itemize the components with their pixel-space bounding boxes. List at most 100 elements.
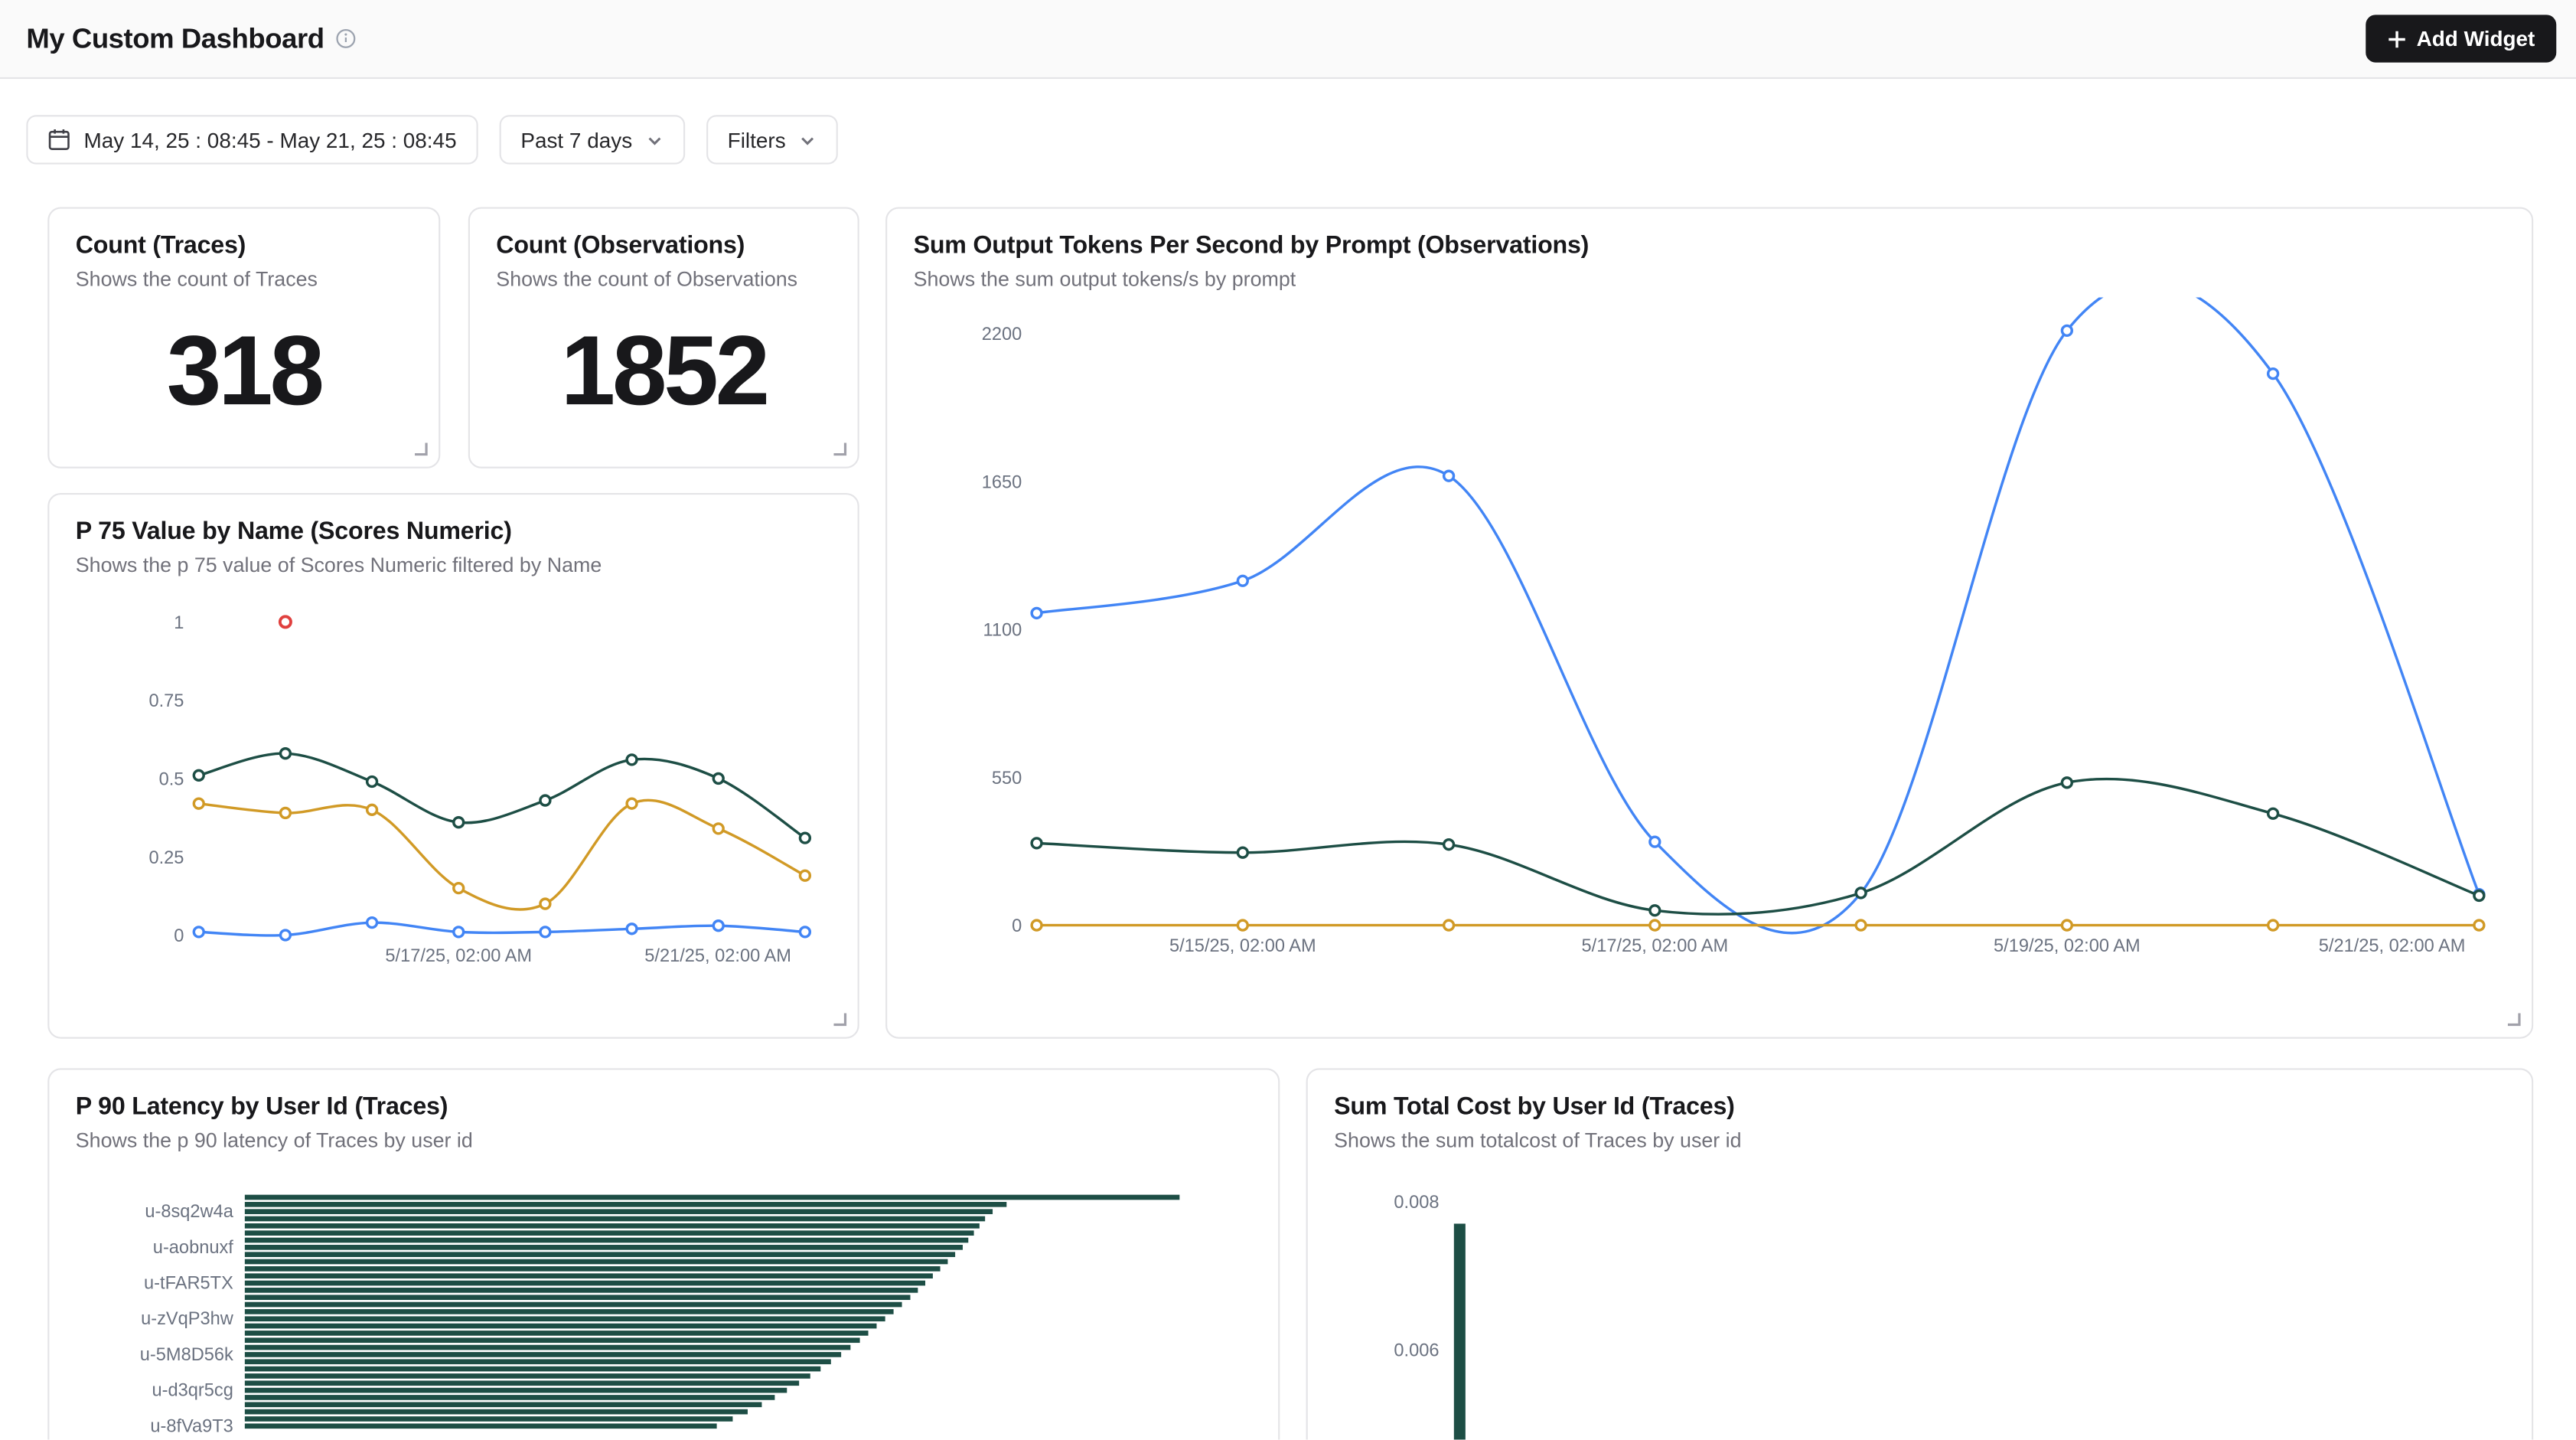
latency-bar[interactable] [245, 1195, 1179, 1200]
data-point-marker[interactable] [2062, 778, 2072, 788]
data-point-marker[interactable] [454, 927, 464, 937]
data-point-marker[interactable] [713, 824, 723, 834]
latency-bar[interactable] [245, 1316, 885, 1321]
data-point-marker[interactable] [194, 770, 204, 780]
prompt-series-green[interactable] [1037, 779, 2480, 915]
data-point-marker[interactable] [367, 805, 377, 815]
data-point-marker[interactable] [194, 798, 204, 808]
prompt-series-blue[interactable] [1037, 298, 2480, 933]
data-point-marker[interactable] [1237, 576, 1247, 586]
count-traces-value: 318 [76, 291, 412, 450]
filters-button[interactable]: Filters [706, 115, 839, 164]
data-point-marker[interactable] [367, 777, 377, 787]
data-point-marker[interactable] [280, 749, 290, 759]
latency-bar[interactable] [245, 1324, 877, 1329]
latency-bar[interactable] [245, 1302, 902, 1308]
latency-bar[interactable] [245, 1352, 841, 1357]
latency-bar[interactable] [245, 1416, 733, 1422]
data-point-marker[interactable] [280, 930, 290, 940]
data-point-marker[interactable] [540, 899, 550, 909]
latency-bar[interactable] [245, 1230, 974, 1236]
latency-bar[interactable] [245, 1409, 748, 1415]
data-point-marker[interactable] [280, 808, 290, 818]
data-point-marker[interactable] [454, 818, 464, 828]
data-point-marker[interactable] [800, 870, 810, 880]
data-point-marker[interactable] [2062, 920, 2072, 930]
resize-handle-icon[interactable] [831, 440, 847, 456]
data-point-marker[interactable] [1444, 920, 1454, 930]
resize-handle-icon[interactable] [412, 440, 429, 456]
latency-bar[interactable] [245, 1423, 717, 1429]
data-point-marker[interactable] [1032, 608, 1042, 618]
data-point-marker[interactable] [713, 921, 723, 931]
latency-bar[interactable] [245, 1281, 925, 1286]
data-point-marker[interactable] [1237, 847, 1247, 857]
latency-bar[interactable] [245, 1395, 775, 1400]
data-point-marker[interactable] [2268, 808, 2278, 818]
resize-handle-icon[interactable] [831, 1011, 847, 1027]
data-point-marker[interactable] [1856, 920, 1866, 930]
data-point-marker[interactable] [1237, 920, 1247, 930]
latency-bar[interactable] [245, 1309, 894, 1314]
line-chart-sum-output-tokens[interactable]: 05501100165022005/15/25, 02:00 AM5/17/25… [914, 298, 2509, 968]
latency-bar[interactable] [245, 1238, 968, 1243]
data-point-marker[interactable] [800, 833, 810, 843]
data-point-marker[interactable] [2268, 920, 2278, 930]
date-range-picker[interactable]: May 14, 25 : 08:45 - May 21, 25 : 08:45 [26, 115, 478, 164]
data-point-marker[interactable] [1444, 840, 1454, 850]
data-point-marker[interactable] [194, 927, 204, 937]
latency-bar[interactable] [245, 1345, 850, 1350]
latency-bar[interactable] [245, 1359, 831, 1364]
cost-bar[interactable] [1454, 1223, 1466, 1439]
latency-bar[interactable] [245, 1252, 955, 1257]
data-point-marker[interactable] [1856, 888, 1866, 898]
line-chart-p75-scores[interactable]: 00.250.50.7515/17/25, 02:00 AM5/21/25, 0… [76, 583, 835, 978]
data-point-marker[interactable] [1650, 920, 1660, 930]
latency-bar[interactable] [245, 1223, 980, 1229]
latency-bar[interactable] [245, 1288, 918, 1293]
data-point-marker[interactable] [2268, 369, 2278, 379]
latency-bar[interactable] [245, 1331, 869, 1336]
data-point-marker[interactable] [627, 798, 637, 808]
latency-bar[interactable] [245, 1273, 933, 1278]
resize-handle-icon[interactable] [2506, 1011, 2522, 1027]
latency-bar[interactable] [245, 1367, 820, 1372]
chevron-down-icon [799, 131, 817, 149]
score-point-red[interactable] [280, 616, 291, 627]
info-icon[interactable] [336, 28, 357, 49]
data-point-marker[interactable] [1650, 906, 1660, 916]
latency-bar[interactable] [245, 1337, 860, 1343]
data-point-marker[interactable] [1032, 838, 1042, 848]
data-point-marker[interactable] [540, 795, 550, 805]
data-point-marker[interactable] [627, 755, 637, 765]
data-point-marker[interactable] [367, 918, 377, 928]
latency-bar[interactable] [245, 1295, 911, 1300]
data-point-marker[interactable] [1650, 837, 1660, 847]
bar-chart-sum-total-cost[interactable]: 0.0080.006 [1334, 1181, 2509, 1439]
data-point-marker[interactable] [1032, 920, 1042, 930]
data-point-marker[interactable] [454, 883, 464, 893]
latency-bar[interactable] [245, 1245, 963, 1250]
latency-bar[interactable] [245, 1209, 993, 1214]
data-point-marker[interactable] [800, 927, 810, 937]
data-point-marker[interactable] [627, 924, 637, 934]
data-point-marker[interactable] [713, 773, 723, 783]
data-point-marker[interactable] [540, 927, 550, 937]
latency-bar[interactable] [245, 1402, 762, 1407]
latency-bar[interactable] [245, 1216, 985, 1222]
latency-bar[interactable] [245, 1373, 810, 1379]
latency-bar[interactable] [245, 1202, 1006, 1207]
latency-bar[interactable] [245, 1388, 787, 1393]
y-tick-label: 0.5 [159, 770, 184, 790]
data-point-marker[interactable] [1444, 471, 1454, 481]
data-point-marker[interactable] [2062, 325, 2072, 335]
latency-bar[interactable] [245, 1266, 941, 1272]
data-point-marker[interactable] [2474, 890, 2484, 900]
bar-chart-p90-latency[interactable]: u-8sq2w4au-aobnuxfu-tFAR5TXu-zVqP3hwu-5M… [76, 1168, 1255, 1439]
latency-bar[interactable] [245, 1380, 799, 1386]
add-widget-button[interactable]: Add Widget [2366, 15, 2556, 62]
latency-bar[interactable] [245, 1259, 948, 1265]
data-point-marker[interactable] [2474, 920, 2484, 930]
filters-label: Filters [728, 127, 786, 152]
range-preset-select[interactable]: Past 7 days [499, 115, 684, 164]
